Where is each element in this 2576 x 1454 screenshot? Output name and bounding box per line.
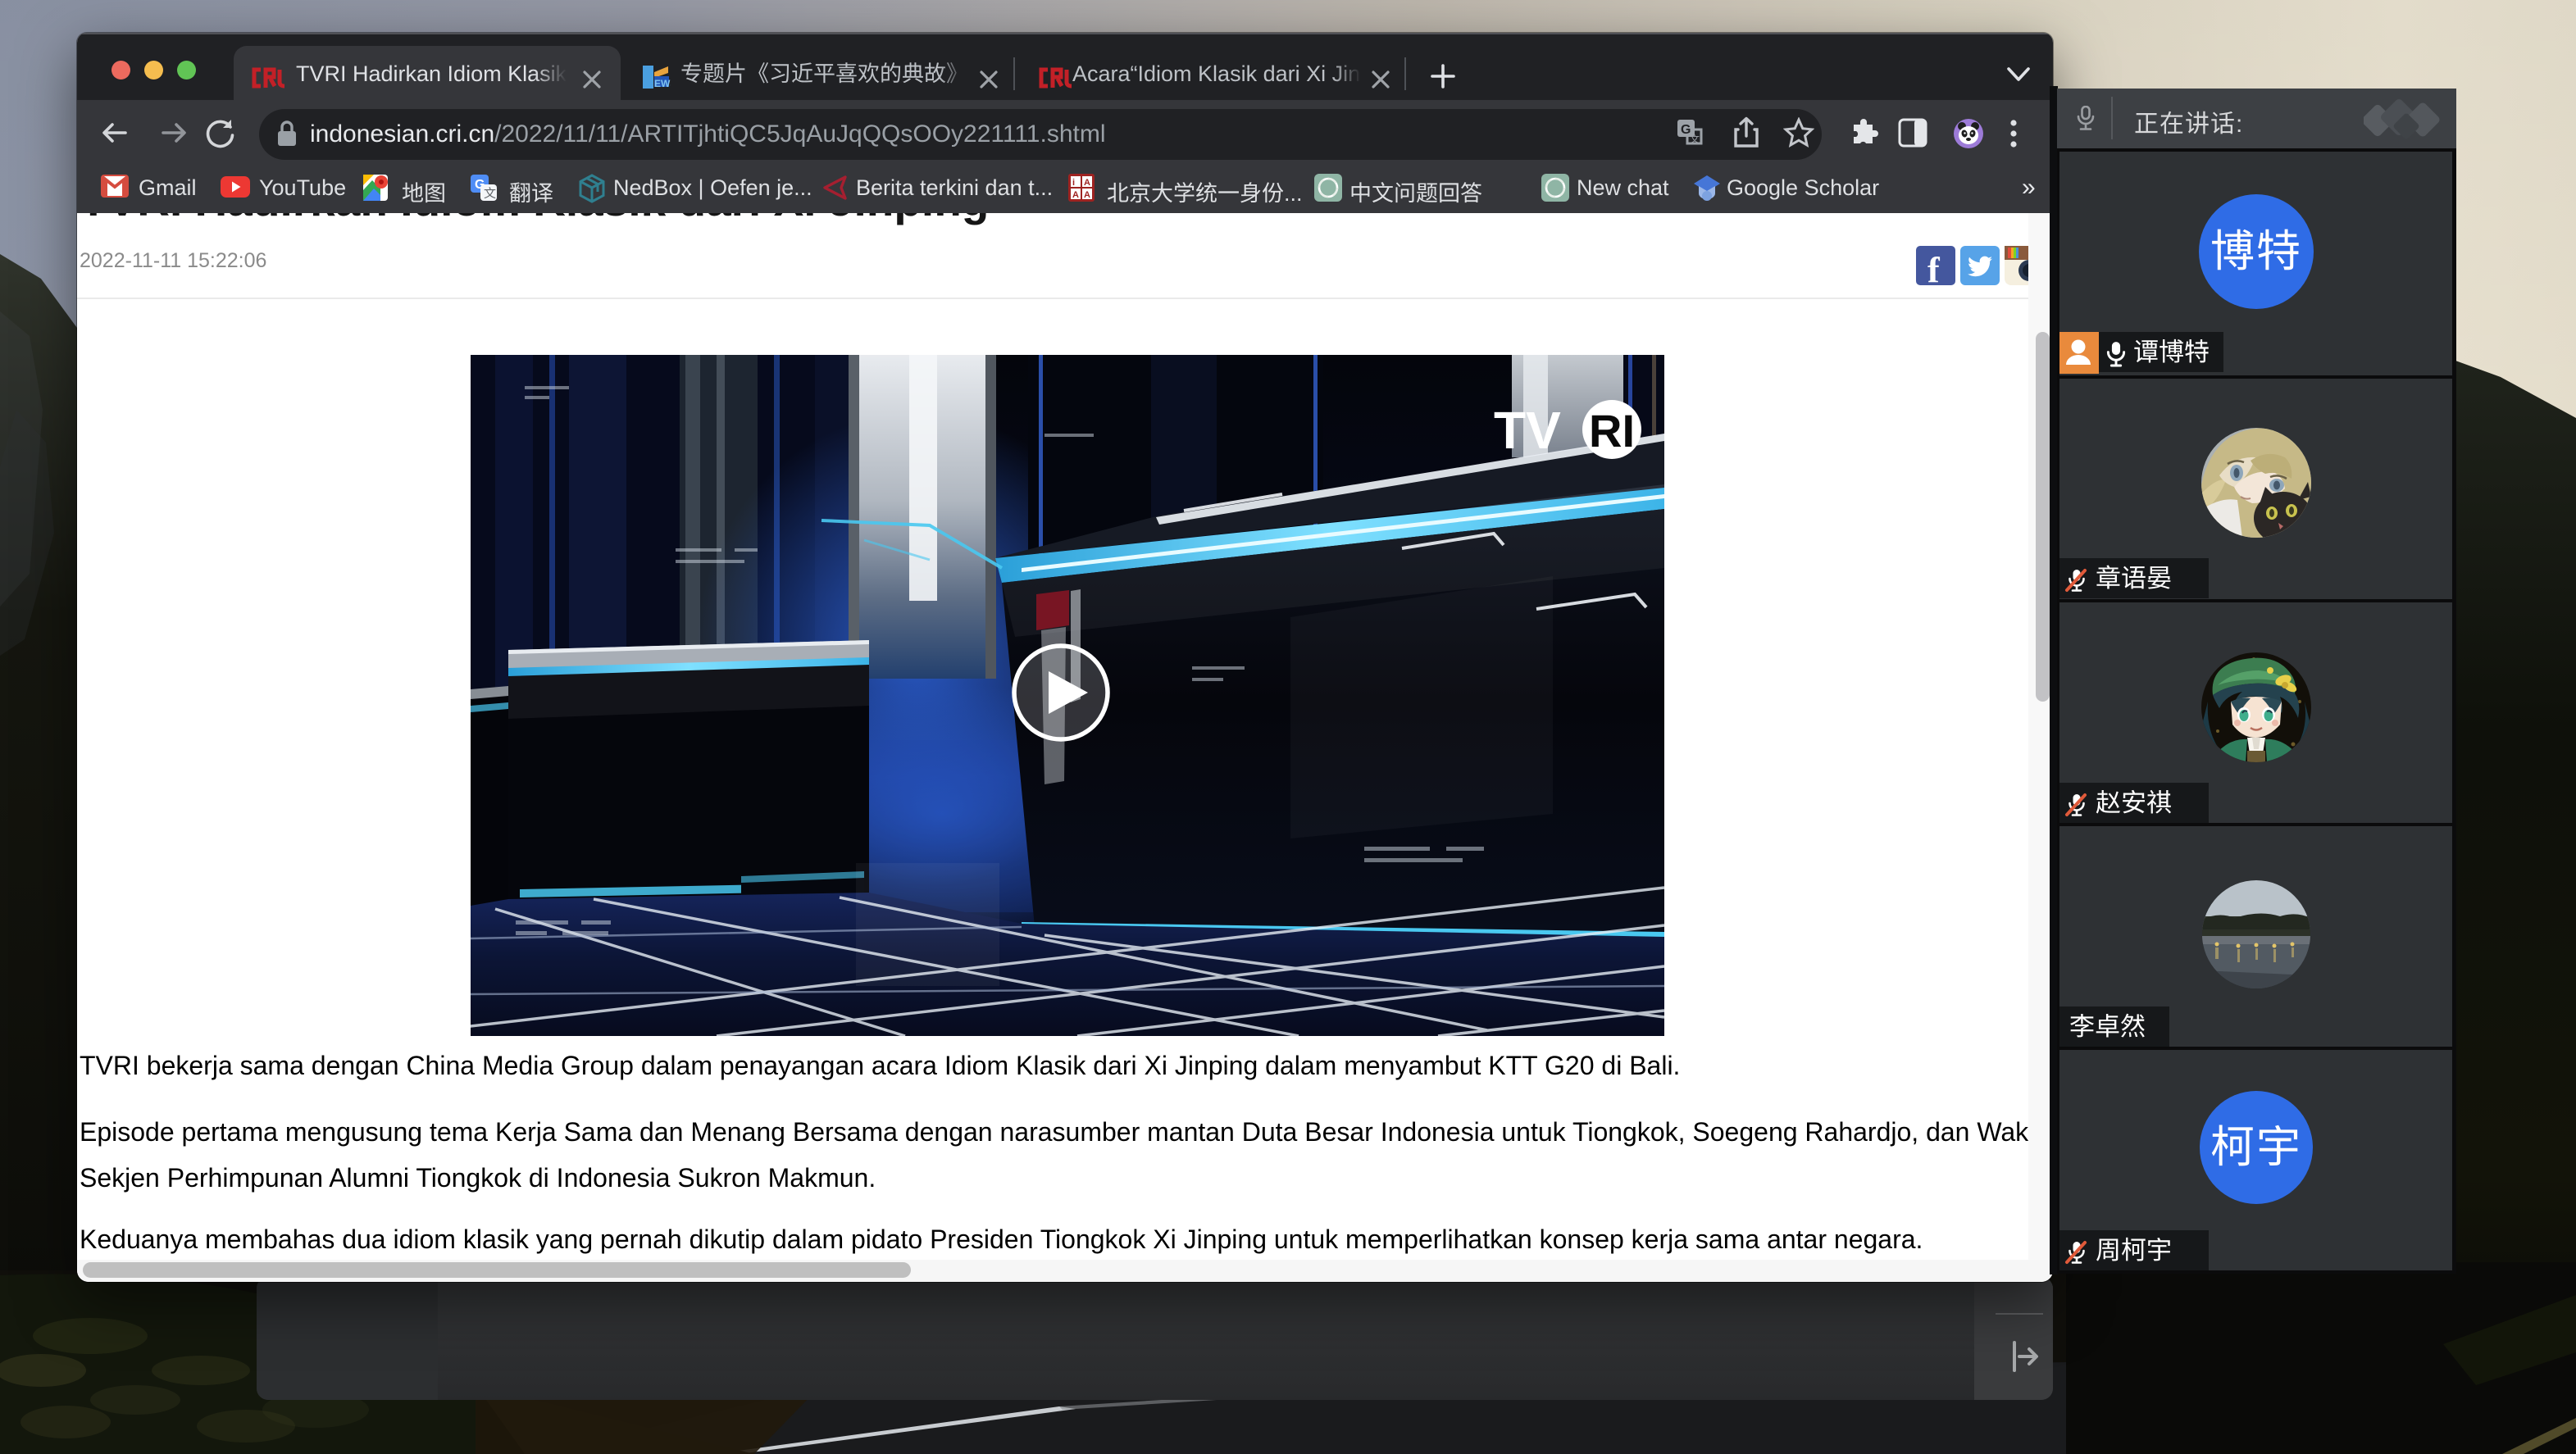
- svg-text:TV: TV: [1494, 401, 1561, 460]
- svg-text:EWS: EWS: [654, 78, 671, 89]
- svg-text:A: A: [1084, 190, 1090, 200]
- svg-text:A: A: [1072, 190, 1079, 200]
- svg-text:i: i: [1072, 178, 1075, 188]
- svg-text:A: A: [1084, 178, 1090, 188]
- svg-text:RI: RI: [1589, 405, 1635, 457]
- svg-text:文: 文: [484, 187, 496, 201]
- svg-text:文: 文: [1690, 134, 1700, 145]
